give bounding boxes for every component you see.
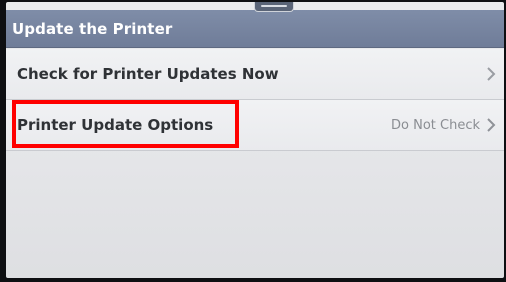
page-title: Update the Printer	[12, 20, 173, 38]
menu-item-check-updates-now[interactable]: Check for Printer Updates Now	[6, 49, 504, 100]
empty-list-area	[6, 152, 504, 278]
pull-down-handle-icon[interactable]	[254, 2, 294, 12]
menu-item-label: Printer Update Options	[17, 116, 214, 134]
chevron-right-icon	[487, 67, 496, 81]
menu-item-value: Do Not Check	[391, 118, 480, 133]
printer-control-panel-screen: Update the Printer Check for Printer Upd…	[6, 2, 504, 278]
menu-item-printer-update-options[interactable]: Printer Update Options Do Not Check	[6, 100, 504, 151]
menu-item-label: Check for Printer Updates Now	[17, 65, 279, 83]
chevron-right-icon	[487, 118, 496, 132]
title-bar: Update the Printer	[6, 10, 504, 48]
